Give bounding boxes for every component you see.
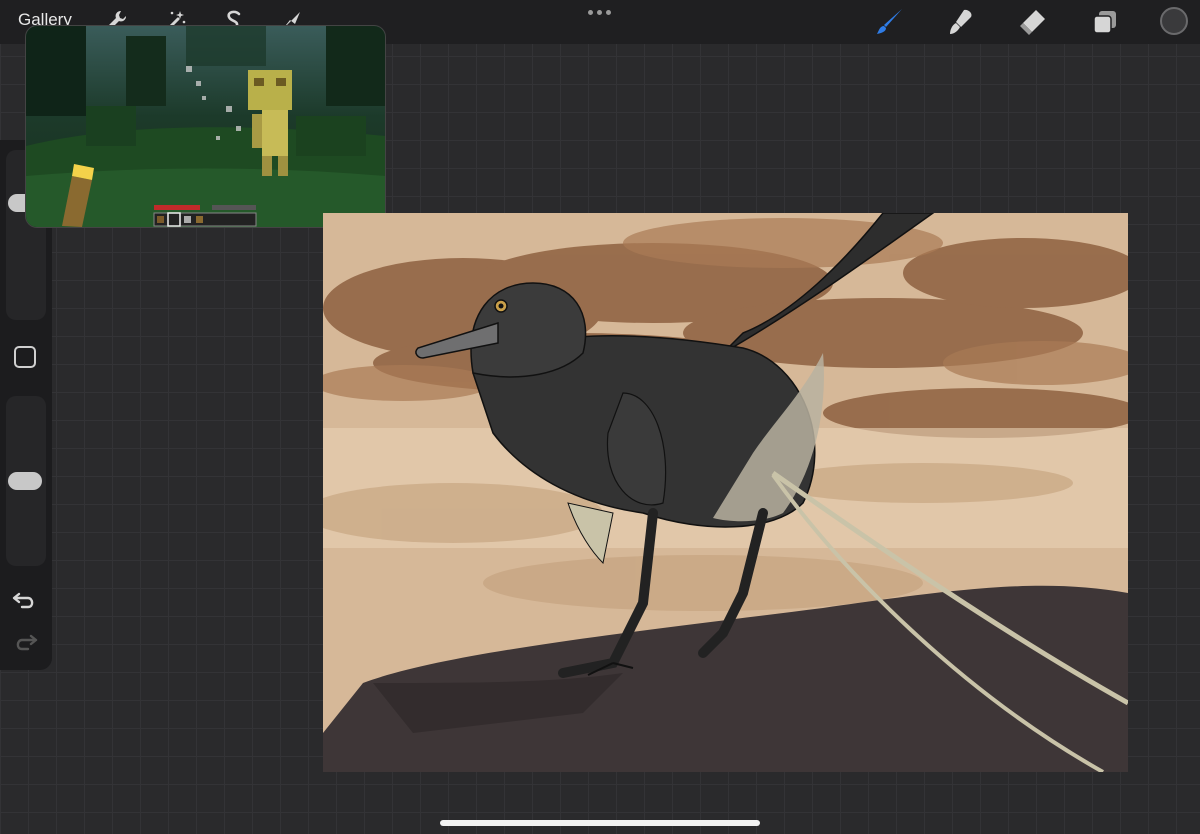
smudge-icon[interactable] [946, 7, 976, 37]
layers-icon[interactable] [1090, 7, 1120, 37]
color-picker-button[interactable] [1160, 7, 1188, 35]
home-indicator[interactable] [440, 820, 760, 826]
eraser-icon[interactable] [1018, 7, 1048, 37]
drawing-canvas[interactable] [323, 213, 1128, 772]
hotbar-icon [153, 212, 257, 227]
brush-icon[interactable] [875, 7, 905, 37]
picture-in-picture-video[interactable] [25, 25, 386, 228]
opacity-thumb[interactable] [8, 472, 42, 490]
minecraft-gameplay-frame [26, 26, 385, 227]
opacity-slider[interactable] [6, 396, 46, 566]
modify-square-icon[interactable] [14, 346, 36, 368]
more-options-icon[interactable] [586, 6, 614, 20]
dinosaur-artwork [323, 213, 1128, 772]
redo-icon[interactable] [12, 632, 38, 652]
undo-icon[interactable] [12, 590, 38, 610]
